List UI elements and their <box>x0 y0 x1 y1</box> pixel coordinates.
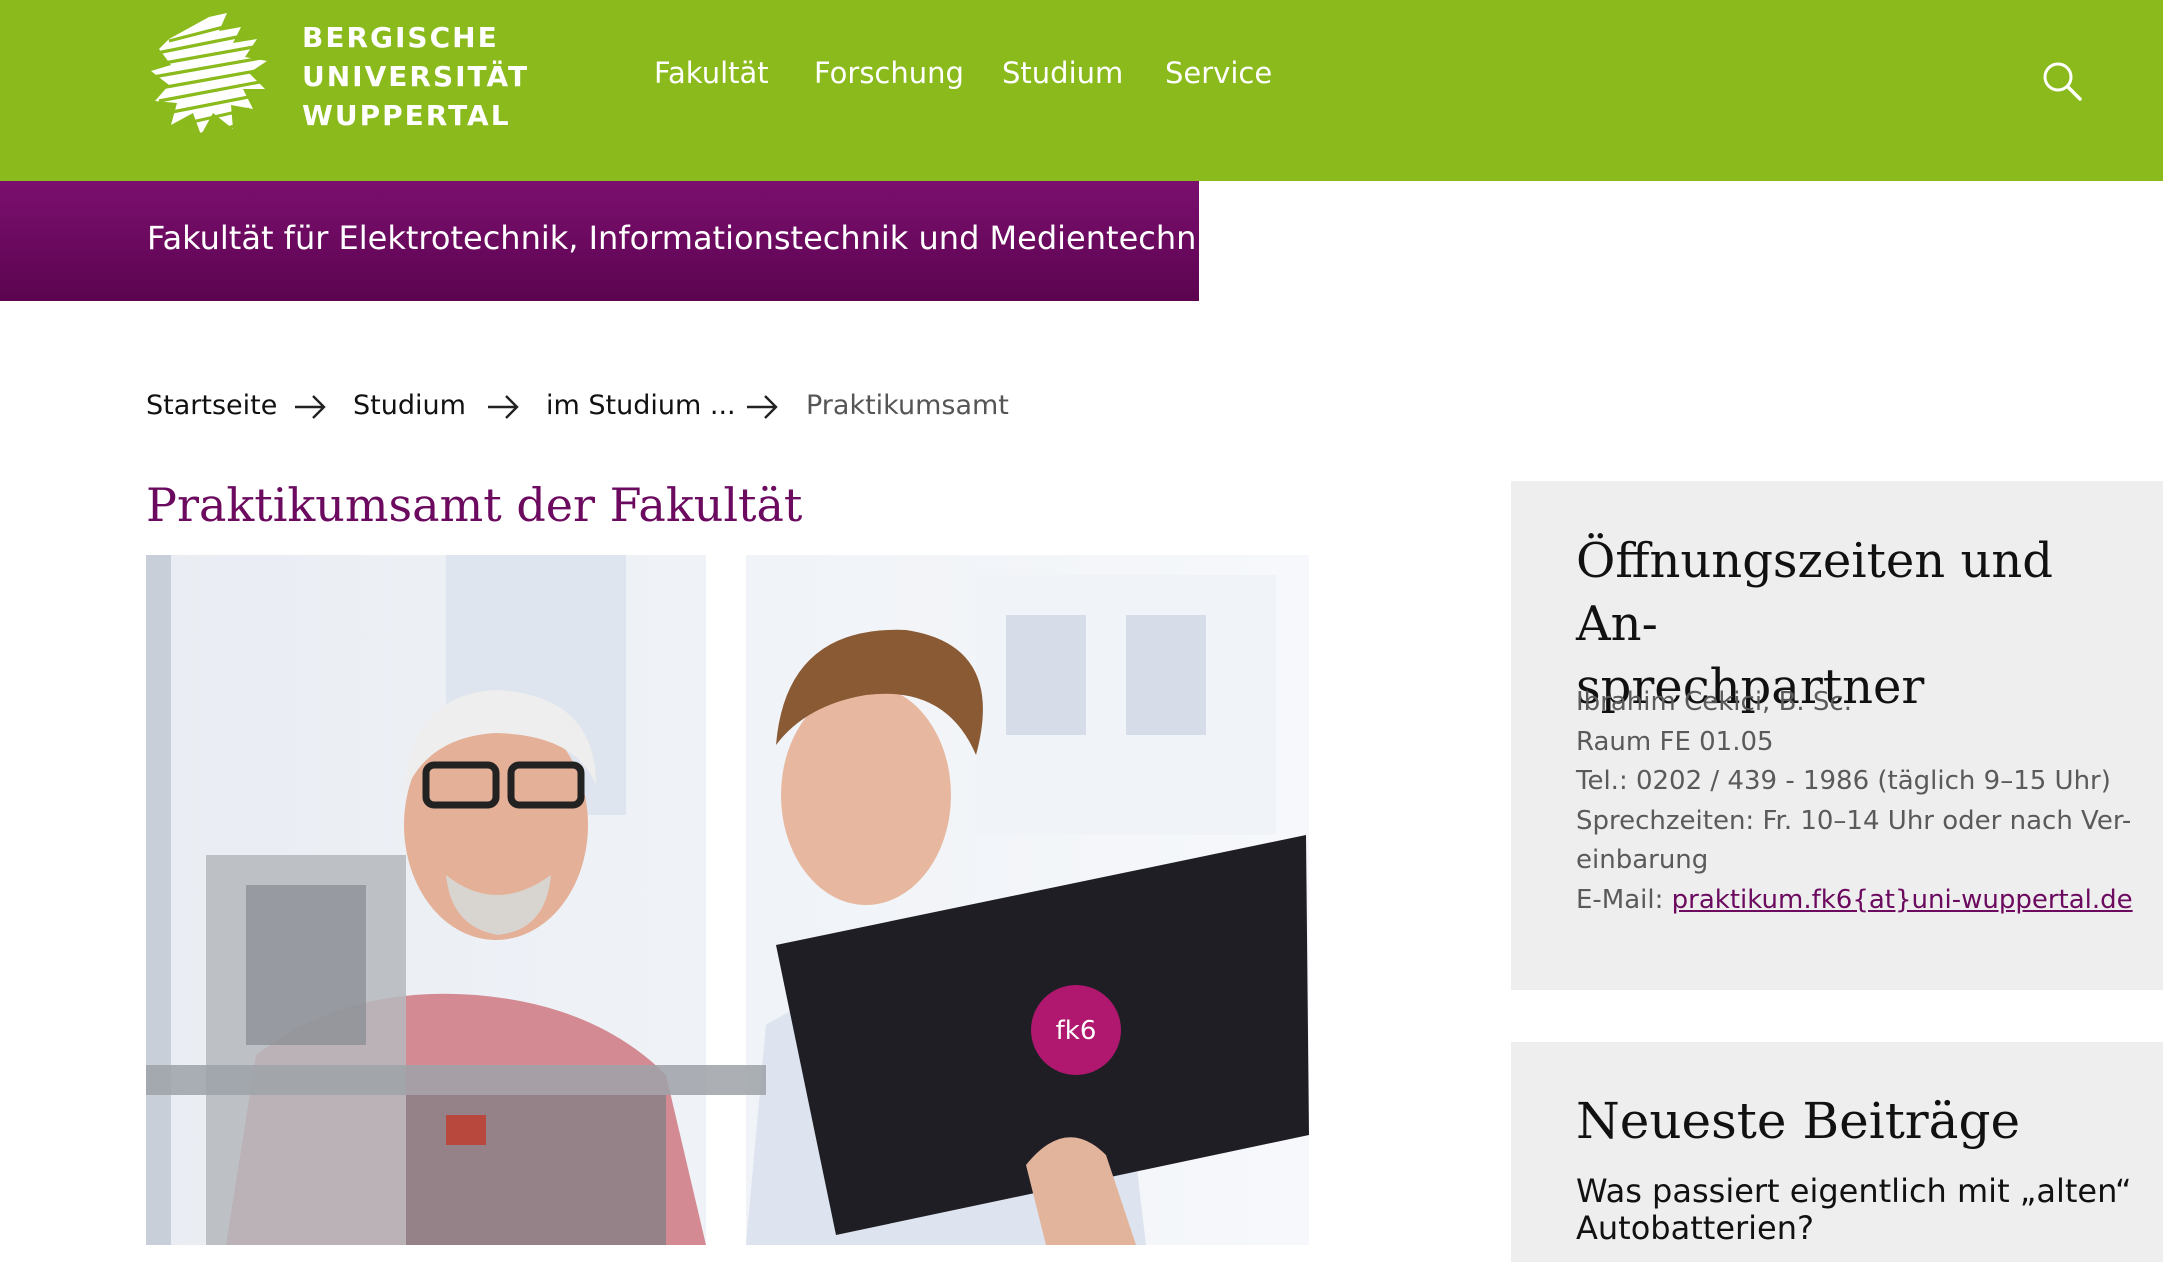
top-header: BERGISCHE UNIVERSITÄT WUPPERTAL Fakultät… <box>0 0 2163 181</box>
contact-email-link[interactable]: praktikum.fk6{at}uni-wuppertal.de <box>1672 885 2133 915</box>
search-icon[interactable] <box>2041 60 2083 102</box>
page-title: Praktikumsamt der Fakultät <box>146 478 803 532</box>
arrow-right-icon <box>295 395 326 419</box>
breadcrumb-item-current: Praktikumsamt <box>806 390 1009 421</box>
news-box: Neueste Beiträge Was passiert eigentlich… <box>1511 1042 2163 1262</box>
nav-item-studium[interactable]: Studium <box>1002 56 1123 90</box>
contact-hours-line-2: einbarung <box>1576 845 1709 875</box>
laptop-badge-text: fk6 <box>1056 1016 1097 1046</box>
contact-hours-line-1: Sprechzeiten: Fr. 10–14 Uhr oder nach Ve… <box>1576 805 2132 836</box>
contact-email-row: E-Mail: praktikum.fk6{at}uni-wuppertal.d… <box>1576 881 2136 921</box>
contact-phone: Tel.: 0202 / 439 - 1986 (täglich 9–15 Uh… <box>1576 766 2111 796</box>
wordmark-line-1: BERGISCHE <box>302 21 499 54</box>
university-wordmark[interactable]: BERGISCHE UNIVERSITÄT WUPPERTAL <box>302 18 529 135</box>
breadcrumb-item-startseite[interactable]: Startseite <box>146 390 277 421</box>
nav-item-fakultaet[interactable]: Fakultät <box>654 56 769 90</box>
contact-heading-line-1: Öffnungszeiten und An- <box>1576 533 2054 652</box>
breadcrumb-item-studium[interactable]: Studium <box>353 390 466 421</box>
news-heading: Neueste Beiträge <box>1576 1092 2021 1150</box>
faculty-banner[interactable]: Fakultät für Elektrotechnik, Information… <box>0 181 1224 301</box>
wordmark-line-2: UNIVERSITÄT <box>302 60 530 93</box>
breadcrumb-item-im-studium[interactable]: im Studium ... <box>546 390 736 421</box>
contact-room: Raum FE 01.05 <box>1576 726 1774 757</box>
nav-item-service[interactable]: Service <box>1165 56 1272 90</box>
university-lion-logo-icon[interactable] <box>149 9 274 139</box>
hero-image: fk6 <box>146 555 1309 1245</box>
faculty-title: Fakultät für Elektrotechnik, Information… <box>147 219 1224 257</box>
contact-name: Ibrahim Cekici, B. Sc. <box>1576 687 1852 717</box>
wordmark-line-3: WUPPERTAL <box>302 99 511 132</box>
contact-box: Öffnungszeiten und An- sprechpartner Ibr… <box>1511 481 2163 990</box>
arrow-right-icon <box>747 395 778 419</box>
news-item-link[interactable]: Was passiert eigentlich mit „alten“ Auto… <box>1576 1173 2136 1247</box>
contact-details: Ibrahim Cekici, B. Sc. Raum FE 01.05 Tel… <box>1576 683 2136 920</box>
arrow-right-icon <box>488 395 519 419</box>
contact-email-label: E-Mail: <box>1576 884 1672 915</box>
hero-photo-illustration: fk6 <box>146 555 1309 1245</box>
nav-item-forschung[interactable]: Forschung <box>814 56 964 90</box>
